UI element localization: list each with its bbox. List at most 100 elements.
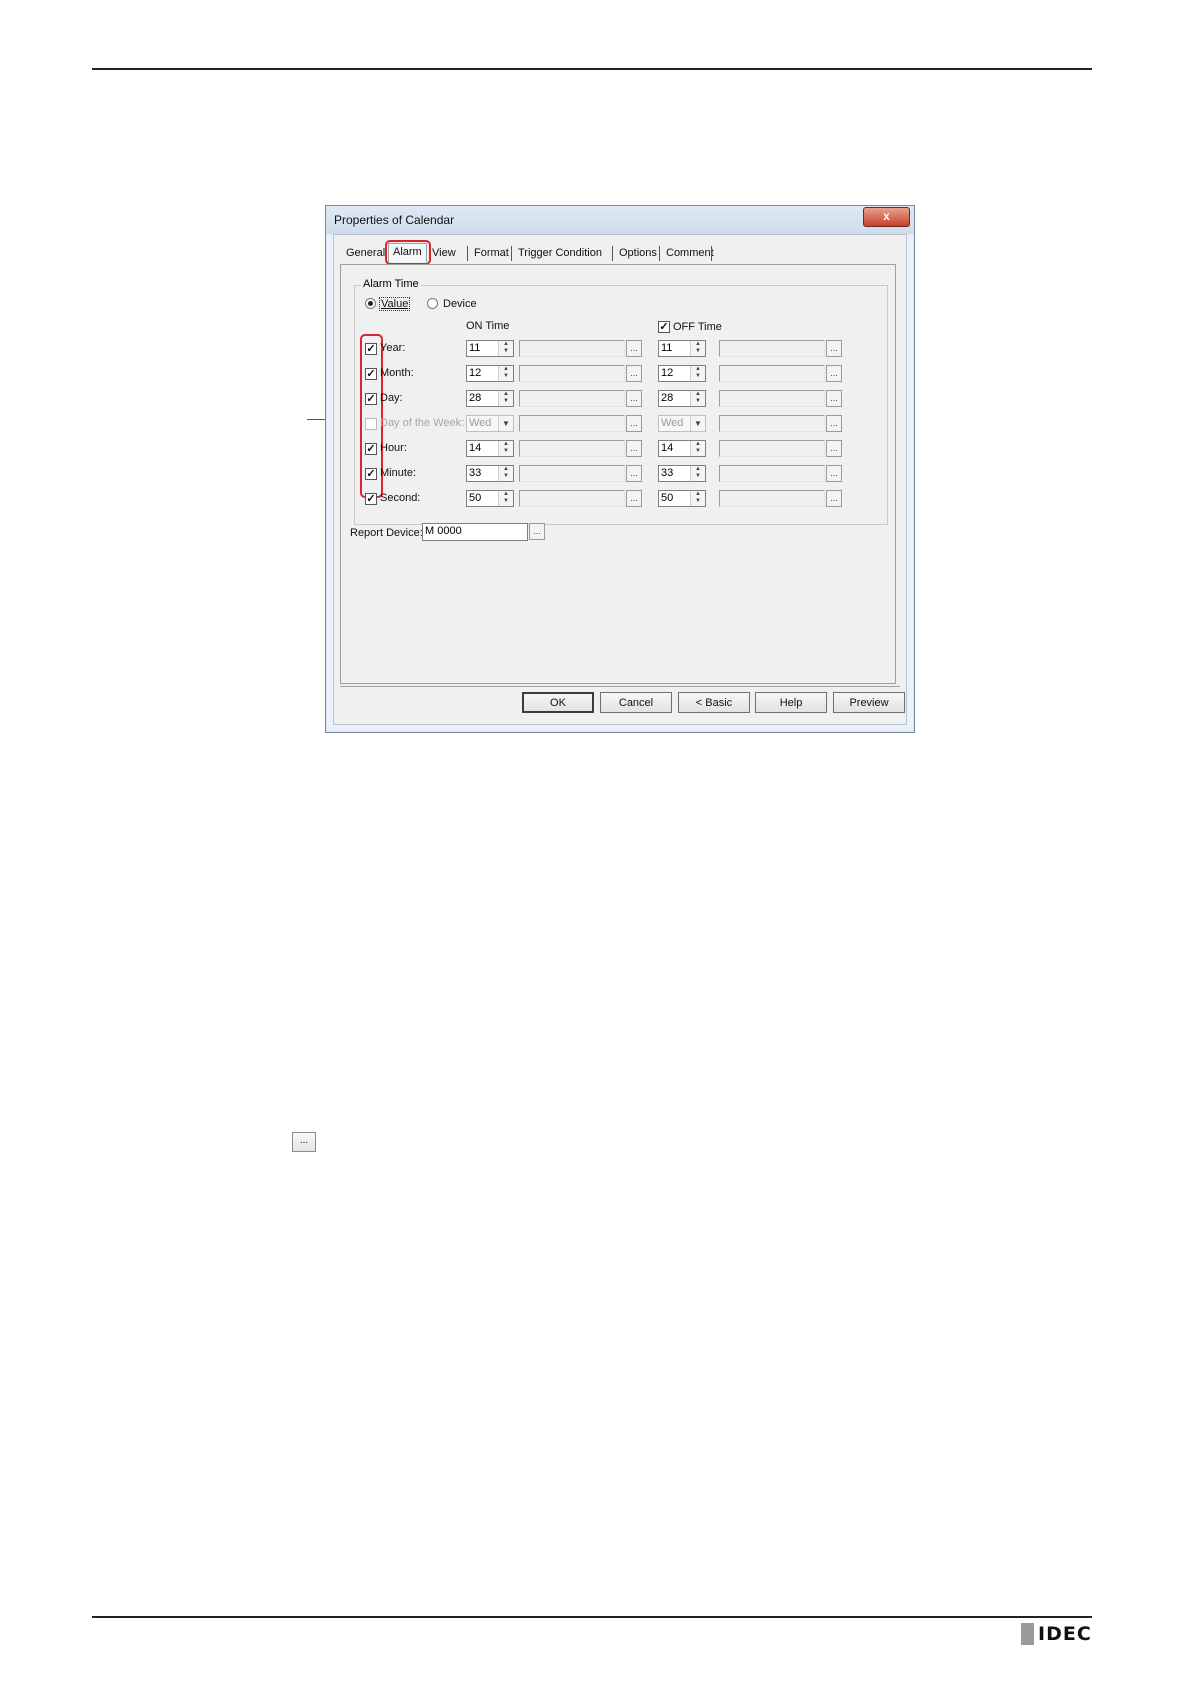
off-time-spinner[interactable]: 28 ▲ ▼ [658,390,706,407]
on-time-spinner[interactable]: Wed ▼ [466,415,514,432]
off-time-value: 33 [661,467,674,479]
alarm-time-group: Alarm Time Value Device ON Time ✓ OFF Ti… [354,278,888,525]
off-time-device-field[interactable] [719,440,825,457]
logo-bar-icon [1021,1623,1034,1645]
tab-divider [467,246,468,261]
off-time-browse-button[interactable]: ... [826,340,842,357]
on-time-spinner[interactable]: 33 ▲ ▼ [466,465,514,482]
row-checkbox[interactable]: ✓ [365,443,377,455]
on-time-browse-button[interactable]: ... [626,340,642,357]
tab-view[interactable]: View [428,245,460,261]
footer-rule [92,1616,1092,1618]
off-time-spinner[interactable]: 50 ▲ ▼ [658,490,706,507]
off-time-browse-button[interactable]: ... [826,465,842,482]
cancel-button[interactable]: Cancel [600,692,672,713]
off-time-browse-button[interactable]: ... [826,390,842,407]
dropdown-arrow-icon[interactable]: ▼ [690,416,705,431]
off-time-browse-button[interactable]: ... [826,365,842,382]
off-time-value: 28 [661,392,674,404]
on-time-device-field[interactable] [519,490,625,507]
on-time-spinner[interactable]: 14 ▲ ▼ [466,440,514,457]
tab-trigger-condition[interactable]: Trigger Condition [514,245,606,261]
help-button[interactable]: Help [755,692,827,713]
on-time-device-field[interactable] [519,465,625,482]
report-device-input[interactable]: M 0000 [422,523,528,541]
on-time-value: 14 [469,442,482,454]
row-checkbox[interactable]: ✓ [365,343,377,355]
on-time-browse-button[interactable]: ... [626,490,642,507]
tab-options[interactable]: Options [615,245,661,261]
browse-button-icon: ... [292,1132,316,1152]
on-time-spinner[interactable]: 28 ▲ ▼ [466,390,514,407]
basic-button[interactable]: < Basic [678,692,750,713]
ok-button[interactable]: OK [522,692,594,713]
spin-arrows-icon[interactable]: ▲ ▼ [690,491,705,506]
off-time-spinner[interactable]: 11 ▲ ▼ [658,340,706,357]
on-time-browse-button[interactable]: ... [626,365,642,382]
on-time-spinner[interactable]: 50 ▲ ▼ [466,490,514,507]
off-time-checkbox[interactable]: ✓ [658,321,670,333]
value-radio-label[interactable]: Value [379,297,411,311]
spin-arrows-icon[interactable]: ▲ ▼ [690,366,705,381]
preview-button[interactable]: Preview [833,692,905,713]
spin-arrows-icon[interactable]: ▲ ▼ [498,441,513,456]
off-time-spinner[interactable]: 33 ▲ ▼ [658,465,706,482]
on-time-device-field[interactable] [519,440,625,457]
on-time-browse-button[interactable]: ... [626,440,642,457]
off-time-device-field[interactable] [719,390,825,407]
dialog-titlebar: Properties of Calendar x [326,206,914,234]
off-time-browse-button[interactable]: ... [826,440,842,457]
spin-arrows-icon[interactable]: ▲ ▼ [690,441,705,456]
on-time-spinner[interactable]: 11 ▲ ▼ [466,340,514,357]
spin-arrows-icon[interactable]: ▲ ▼ [690,391,705,406]
header-rule [92,68,1092,70]
on-time-browse-button[interactable]: ... [626,390,642,407]
close-button[interactable]: x [863,207,910,227]
spin-arrows-icon[interactable]: ▲ ▼ [498,366,513,381]
tab-divider [612,246,613,261]
off-time-spinner[interactable]: 14 ▲ ▼ [658,440,706,457]
report-device-browse-button[interactable]: ... [529,523,545,540]
spin-arrows-icon[interactable]: ▲ ▼ [498,491,513,506]
tab-format[interactable]: Format [470,245,513,261]
properties-dialog: Properties of Calendar x General Alarm V… [325,205,915,733]
device-radio-label[interactable]: Device [443,298,477,310]
spin-arrows-icon[interactable]: ▲ ▼ [498,391,513,406]
row-checkbox[interactable]: ✓ [365,493,377,505]
spin-arrows-icon[interactable]: ▲ ▼ [498,466,513,481]
on-time-device-field[interactable] [519,365,625,382]
off-time-device-field[interactable] [719,490,825,507]
row-checkbox[interactable] [365,418,377,430]
value-radio[interactable] [365,298,376,309]
device-radio[interactable] [427,298,438,309]
on-time-device-field[interactable] [519,340,625,357]
tab-general[interactable]: General [342,245,389,261]
spin-arrows-icon[interactable]: ▲ ▼ [498,341,513,356]
on-time-header: ON Time [466,320,510,332]
row-label: Second: [380,492,421,504]
row-checkbox[interactable]: ✓ [365,468,377,480]
spin-arrows-icon[interactable]: ▲ ▼ [690,341,705,356]
tab-divider [659,246,660,261]
logo-text: IDEC [1038,1623,1092,1645]
on-time-browse-button[interactable]: ... [626,465,642,482]
spin-arrows-icon[interactable]: ▲ ▼ [690,466,705,481]
dialog-client: General Alarm View Format Trigger Condit… [333,234,907,725]
off-time-browse-button[interactable]: ... [826,490,842,507]
row-checkbox[interactable]: ✓ [365,368,377,380]
dropdown-arrow-icon[interactable]: ▼ [498,416,513,431]
on-time-device-field[interactable] [519,390,625,407]
off-time-device-field[interactable] [719,465,825,482]
row-checkbox[interactable]: ✓ [365,393,377,405]
tab-comment[interactable]: Comment [662,245,718,261]
row-label: Month: [380,367,414,379]
off-time-spinner[interactable]: Wed ▼ [658,415,706,432]
row-label: Minute: [380,467,417,479]
off-time-spinner[interactable]: 12 ▲ ▼ [658,365,706,382]
off-time-device-field[interactable] [719,340,825,357]
off-time-header: OFF Time [673,321,722,333]
on-time-spinner[interactable]: 12 ▲ ▼ [466,365,514,382]
off-time-device-field[interactable] [719,365,825,382]
off-time-value: Wed [661,417,684,429]
on-time-value: 28 [469,392,482,404]
